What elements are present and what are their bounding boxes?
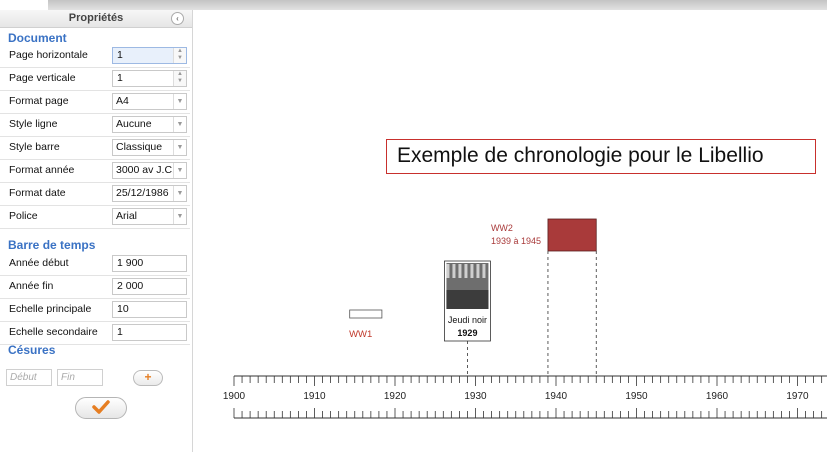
document-label: Police (9, 210, 38, 222)
timebar-row: Echelle secondaire 1 (0, 322, 190, 345)
year-tick-label: 1910 (303, 391, 326, 402)
checkmark-icon (92, 400, 110, 414)
document-value: 1 (117, 72, 123, 84)
window-top-bar (48, 0, 827, 10)
section-timebar: Barre de temps (8, 238, 96, 252)
chevron-down-icon[interactable]: ▼ (173, 94, 186, 109)
document-row: Style ligne Aucune ▼ (0, 114, 190, 137)
timebar-label: Echelle principale (9, 303, 92, 315)
timebar-value: 10 (117, 303, 129, 315)
stepper-icon[interactable]: ▲ ▼ (173, 71, 186, 86)
timebar-value-field[interactable]: 1 900 (112, 255, 187, 272)
timebar-value: 1 900 (117, 257, 144, 269)
section-cesures: Césures (8, 343, 56, 357)
timebar-row: Année début 1 900 (0, 253, 190, 276)
document-value-field[interactable]: 1 ▲ ▼ (112, 47, 187, 64)
document-label: Page verticale (9, 72, 76, 84)
panel-title: Propriétés ‹ (0, 10, 192, 28)
document-value: Aucune (116, 118, 152, 130)
year-tick-label: 1950 (625, 391, 648, 402)
ww2-dates-label: 1939 à 1945 (491, 236, 541, 246)
panel-title-text: Propriétés (68, 12, 124, 24)
timebar-value: 2 000 (117, 280, 144, 292)
document-row: Format page A4 ▼ (0, 91, 190, 114)
document-value: 3000 av J.C. (116, 164, 175, 176)
document-value-field[interactable]: 1 ▲ ▼ (112, 70, 187, 87)
document-value: 25/12/1986 (116, 187, 169, 199)
document-value-field[interactable]: A4 ▼ (112, 93, 187, 110)
year-tick-label: 1930 (464, 391, 487, 402)
document-label: Format date (9, 187, 66, 199)
document-row: Police Arial ▼ (0, 206, 190, 229)
timebar-value: 1 (117, 326, 123, 338)
chevron-down-icon[interactable]: ▼ (173, 209, 186, 224)
document-row: Page horizontale 1 ▲ ▼ (0, 45, 190, 68)
stepper-icon[interactable]: ▲ ▼ (173, 48, 186, 63)
document-label: Style barre (9, 141, 60, 153)
jeudi-noir-label: Jeudi noir (448, 315, 487, 325)
timebar-row: Echelle principale 10 (0, 299, 190, 322)
cesure-start-input[interactable]: Début (6, 369, 52, 386)
timebar-value-field[interactable]: 2 000 (112, 278, 187, 295)
ww1-bar (349, 309, 383, 319)
timebar-label: Année début (9, 257, 69, 269)
year-tick-label: 1920 (384, 391, 407, 402)
document-row: Style barre Classique ▼ (0, 137, 190, 160)
validate-button[interactable] (75, 397, 127, 419)
document-value-field[interactable]: Arial ▼ (112, 208, 187, 225)
year-tick-label: 1940 (545, 391, 568, 402)
timeline-title[interactable]: Exemple de chronologie pour le Libellio (386, 139, 816, 174)
document-value-field[interactable]: 3000 av J.C. ▼ (112, 162, 187, 179)
collapse-panel-icon[interactable]: ‹ (171, 12, 184, 25)
document-value-field[interactable]: 25/12/1986 ▼ (112, 185, 187, 202)
timeline-canvas: 1900 1910 1920 1930 1940 1950 1960 1970 WW1 WW2 19… (193, 10, 827, 452)
chevron-down-icon[interactable]: ▼ (173, 163, 186, 178)
jeudi-noir-photo (446, 263, 489, 309)
timebar-row: Année fin 2 000 (0, 276, 190, 299)
document-value: A4 (116, 95, 129, 107)
document-value: Classique (116, 141, 163, 153)
timebar-label: Echelle secondaire (9, 326, 98, 338)
timebar-value-field[interactable]: 1 (112, 324, 187, 341)
document-row: Page verticale 1 ▲ ▼ (0, 68, 190, 91)
chevron-down-icon[interactable]: ▼ (173, 140, 186, 155)
document-value: 1 (117, 49, 123, 61)
document-label: Format page (9, 95, 69, 107)
document-value-field[interactable]: Aucune ▼ (112, 116, 187, 133)
chevron-down-icon[interactable]: ▼ (173, 117, 186, 132)
properties-panel: Propriétés ‹ Document Page horizontale 1 ▲… (0, 10, 193, 452)
ww2-bar (547, 218, 597, 252)
add-cesure-button[interactable]: + (133, 370, 163, 386)
document-value: Arial (116, 210, 138, 222)
document-row: Format date 25/12/1986 ▼ (0, 183, 190, 206)
document-row: Format année 3000 av J.C. ▼ (0, 160, 190, 183)
document-label: Format année (9, 164, 75, 176)
year-tick-label: 1900 (223, 391, 246, 402)
cesure-end-input[interactable]: Fin (57, 369, 103, 386)
jeudi-noir-year: 1929 (457, 328, 477, 338)
year-tick-label: 1960 (706, 391, 729, 402)
document-label: Style ligne (9, 118, 58, 130)
year-tick-label: 1970 (786, 391, 809, 402)
document-value-field[interactable]: Classique ▼ (112, 139, 187, 156)
chevron-down-icon[interactable]: ▼ (173, 186, 186, 201)
section-document: Document (8, 31, 67, 45)
timebar-value-field[interactable]: 10 (112, 301, 187, 318)
ww1-label: WW1 (349, 329, 372, 340)
ww2-label: WW2 (491, 223, 513, 233)
timeline-drawing: 1900 1910 1920 1930 1940 1950 1960 1970 WW1 WW2 19… (223, 218, 827, 419)
timebar-label: Année fin (9, 280, 54, 292)
document-label: Page horizontale (9, 49, 88, 61)
